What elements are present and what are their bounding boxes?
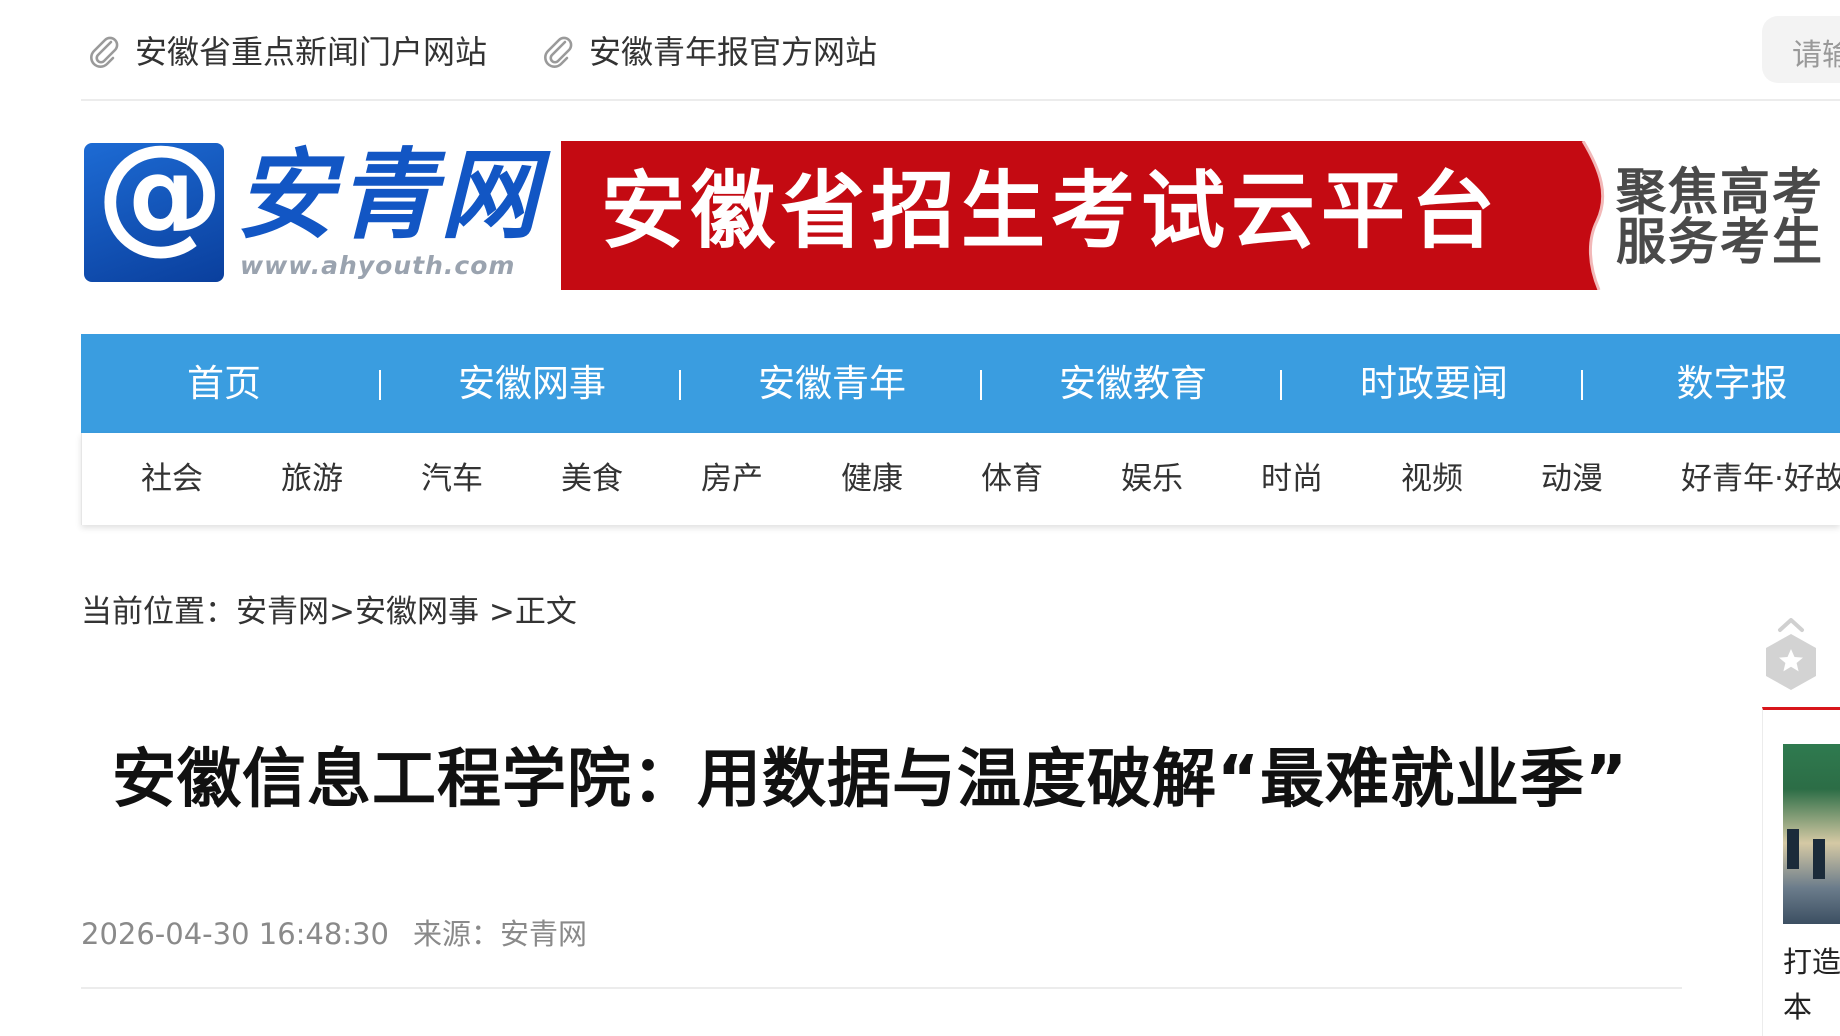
nav-separator	[1581, 370, 1583, 400]
top-bar: 安徽省重点新闻门户网站 安徽青年报官方网站	[81, 0, 1840, 101]
breadcrumb-current: 正文	[514, 594, 577, 630]
banner-slogan-line1: 聚焦高考	[1616, 163, 1824, 221]
portal-link-label: 安徽省重点新闻门户网站	[135, 33, 488, 71]
secondary-nav: 社会 旅游 汽车 美食 房产 健康 体育 娱乐 时尚 视频 动漫 好青年·好故	[81, 433, 1840, 525]
site-logo[interactable]: @ 安青网 www.ahyouth.com	[84, 129, 538, 285]
favorite-star-icon[interactable]	[1762, 618, 1820, 692]
subnav-item-video[interactable]: 视频	[1401, 433, 1463, 525]
nav-item-home[interactable]: 首页	[169, 334, 279, 433]
nav-item-anhui-education[interactable]: 安徽教育	[1054, 334, 1212, 433]
youth-paper-link[interactable]: 安徽青年报官方网站	[541, 32, 877, 72]
article-source: 来源：安青网	[413, 917, 588, 951]
paperclip-icon	[90, 36, 119, 68]
nav-item-digital-paper[interactable]: 数字报	[1675, 334, 1789, 433]
subnav-item-food[interactable]: 美食	[561, 433, 623, 525]
search-input[interactable]: 请输	[1762, 16, 1840, 83]
youth-paper-link-label: 安徽青年报官方网站	[589, 33, 878, 71]
subnav-item-society[interactable]: 社会	[141, 433, 203, 525]
article-divider	[81, 987, 1682, 989]
breadcrumb-separator: >	[329, 594, 355, 630]
subnav-item-entertainment[interactable]: 娱乐	[1121, 433, 1183, 525]
nav-separator	[379, 370, 381, 400]
breadcrumb: 当前位置：安青网>安徽网事 >正文	[81, 592, 577, 632]
subnav-item-auto[interactable]: 汽车	[421, 433, 483, 525]
subnav-item-good-youth[interactable]: 好青年·好故	[1681, 433, 1840, 525]
sidebar-thumbnail[interactable]	[1783, 744, 1840, 924]
at-logo-icon: @	[84, 129, 224, 282]
banner-headline: 安徽省招生考试云平台	[601, 162, 1502, 260]
breadcrumb-prefix: 当前位置：	[81, 594, 236, 630]
subnav-item-animation[interactable]: 动漫	[1541, 433, 1603, 525]
subnav-item-fashion[interactable]: 时尚	[1261, 433, 1323, 525]
nav-item-anhui-news[interactable]: 安徽网事	[453, 334, 611, 433]
subnav-item-health[interactable]: 健康	[841, 433, 903, 525]
subnav-item-travel[interactable]: 旅游	[281, 433, 343, 525]
nav-separator	[679, 370, 681, 400]
article-datetime: 2026-04-30 16:48:30	[81, 917, 389, 951]
primary-nav: 首页 安徽网事 安徽青年 安徽教育 时政要闻 数字报	[81, 334, 1840, 433]
article-meta: 2026-04-30 16:48:30 来源：安青网	[81, 916, 587, 952]
paperclip-icon	[544, 36, 573, 68]
banner-slogan-line2: 服务考生	[1616, 213, 1824, 271]
banner-wave-edge	[1561, 141, 1605, 290]
article-title: 安徽信息工程学院：用数据与温度破解“最难就业季”	[112, 743, 1629, 817]
breadcrumb-separator: >	[478, 594, 515, 630]
logo-name: 安青网	[236, 138, 543, 253]
subnav-item-realestate[interactable]: 房产	[701, 433, 763, 525]
logo-url: www.ahyouth.com	[240, 251, 516, 280]
sidebar-headline[interactable]: 打造 本	[1783, 940, 1840, 1030]
exam-platform-banner[interactable]: 安徽省招生考试云平台 聚焦高考 服务考生	[561, 141, 1840, 290]
nav-item-anhui-youth[interactable]: 安徽青年	[753, 334, 911, 433]
nav-separator	[980, 370, 982, 400]
breadcrumb-site-link[interactable]: 安青网	[236, 594, 329, 630]
breadcrumb-section-link[interactable]: 安徽网事	[355, 594, 479, 630]
search-placeholder: 请输	[1792, 38, 1840, 73]
portal-link[interactable]: 安徽省重点新闻门户网站	[87, 32, 487, 72]
banner-slogan: 聚焦高考 服务考生	[1616, 167, 1824, 267]
nav-separator	[1280, 370, 1282, 400]
nav-item-politics[interactable]: 时政要闻	[1355, 334, 1513, 433]
subnav-item-sports[interactable]: 体育	[981, 433, 1043, 525]
